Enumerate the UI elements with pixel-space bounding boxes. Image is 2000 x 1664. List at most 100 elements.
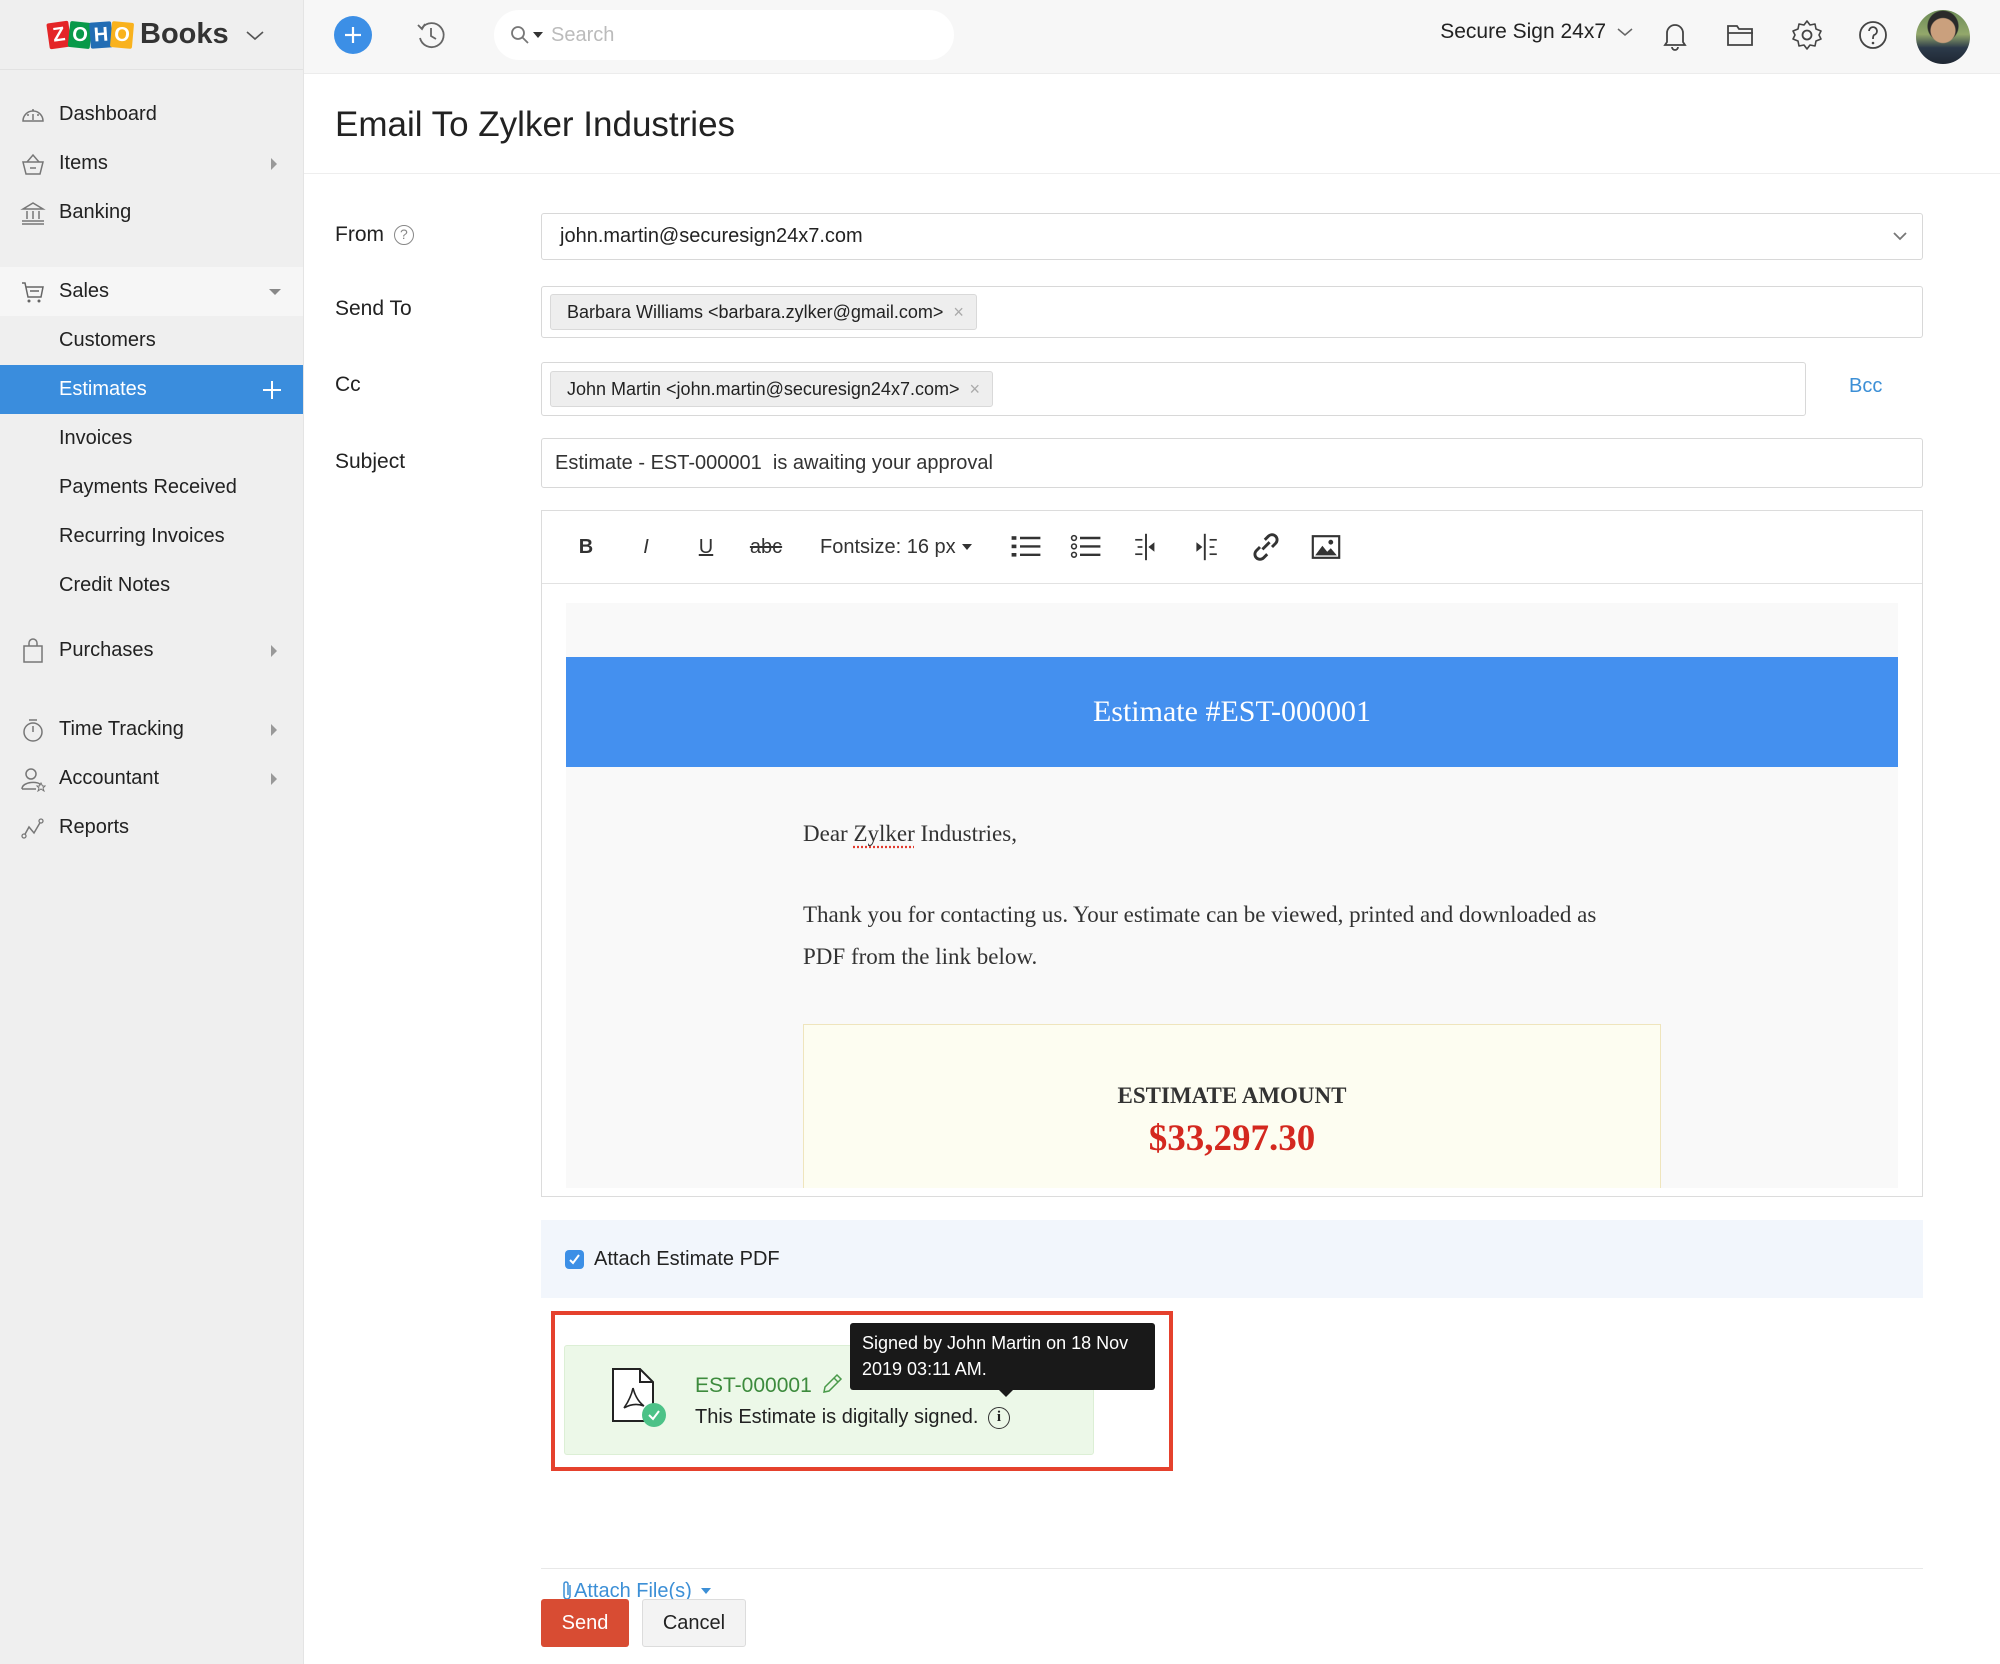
cc-tag: John Martin <john.martin@securesign24x7.… — [550, 371, 993, 407]
sidebar-item-label: Invoices — [59, 427, 133, 449]
fontsize-value: Fontsize: 16 px — [820, 535, 956, 558]
help-icon[interactable]: ? — [393, 225, 414, 246]
cancel-button[interactable]: Cancel — [642, 1599, 746, 1647]
strikethrough-button[interactable]: abc — [748, 529, 784, 565]
sidebar-item-label: Banking — [59, 201, 132, 223]
sidebar-item-accountant[interactable]: Accountant — [0, 754, 303, 803]
outdent-icon[interactable] — [1128, 529, 1164, 565]
sidebar-item-label: Accountant — [59, 767, 160, 789]
sidebar-item-items[interactable]: Items — [0, 139, 303, 188]
organization-name: Secure Sign 24x7 — [1440, 20, 1606, 43]
bell-icon[interactable] — [1658, 18, 1692, 52]
sidebar-item-invoices[interactable]: Invoices — [0, 414, 303, 463]
estimate-file-link[interactable]: EST-000001 — [695, 1374, 812, 1398]
divider — [304, 173, 2000, 174]
sidebar-item-time-tracking[interactable]: Time Tracking — [0, 705, 303, 754]
email-greeting: Dear Zylker Industries, — [803, 813, 1017, 855]
subject-field[interactable] — [541, 438, 1923, 488]
tooltip-line: Signed by John Martin on 18 Nov — [862, 1333, 1129, 1353]
italic-button[interactable]: I — [628, 529, 664, 565]
attach-pdf-checkbox[interactable] — [565, 1249, 584, 1269]
greeting-name: Zylker — [853, 821, 915, 846]
sidebar-item-customers[interactable]: Customers — [0, 316, 303, 365]
chevron-down-icon — [1893, 232, 1907, 241]
search-icon — [511, 26, 529, 44]
bold-button[interactable]: B — [568, 529, 604, 565]
remove-tag-icon[interactable]: × — [969, 379, 980, 400]
cart-icon — [22, 281, 44, 302]
sidebar-item-recurring-invoices[interactable]: Recurring Invoices — [0, 512, 303, 561]
search-bar[interactable] — [494, 10, 954, 60]
gear-icon[interactable] — [1790, 18, 1824, 52]
sidebar-item-credit-notes[interactable]: Credit Notes — [0, 561, 303, 610]
cc-field[interactable]: John Martin <john.martin@securesign24x7.… — [541, 362, 1806, 416]
folder-icon[interactable] — [1724, 18, 1758, 52]
greeting-suffix: Industries, — [914, 821, 1017, 846]
email-body-editor[interactable]: B I U abc Fontsize: 16 px Estimate #EST-… — [541, 510, 1923, 1197]
chevron-down-icon — [1617, 28, 1633, 36]
topbar: Secure Sign 24x7 — [304, 0, 2000, 74]
dashboard-icon — [22, 108, 44, 122]
attach-pdf-label[interactable]: Attach Estimate PDF — [594, 1248, 780, 1271]
email-preview[interactable]: Estimate #EST-000001 Dear Zylker Industr… — [566, 603, 1898, 1188]
remove-tag-icon[interactable]: × — [953, 302, 964, 323]
divider — [541, 1568, 1923, 1569]
info-icon[interactable]: i — [988, 1406, 1011, 1429]
search-scope-caret-icon[interactable] — [533, 32, 543, 38]
pencil-edit-icon[interactable] — [820, 1372, 844, 1396]
sidebar-item-label: Estimates — [59, 378, 147, 400]
sidebar-item-label: Credit Notes — [59, 574, 171, 596]
sidebar-item-label: Recurring Invoices — [59, 525, 225, 547]
send-to-field[interactable]: Barbara Williams <barbara.zylker@gmail.c… — [541, 286, 1923, 338]
sidebar-item-payments-received[interactable]: Payments Received — [0, 463, 303, 512]
sidebar-item-dashboard[interactable]: Dashboard — [0, 90, 303, 139]
from-select[interactable]: john.martin@securesign24x7.com — [541, 213, 1923, 260]
fontsize-dropdown[interactable]: Fontsize: 16 px — [820, 536, 972, 559]
sidebar-item-purchases[interactable]: Purchases — [0, 626, 303, 675]
sidebar-item-sales[interactable]: Sales — [0, 267, 303, 316]
numbered-list-icon[interactable] — [1008, 529, 1044, 565]
sidebar-item-banking[interactable]: Banking — [0, 188, 303, 237]
bcc-link[interactable]: Bcc — [1849, 375, 1882, 398]
caret-down-icon — [269, 289, 281, 295]
link-icon[interactable] — [1248, 529, 1284, 565]
avatar[interactable] — [1916, 10, 1970, 64]
plus-icon — [345, 27, 361, 43]
search-input[interactable] — [551, 23, 911, 47]
quick-create-button[interactable] — [334, 16, 372, 54]
signed-check-badge-icon — [642, 1403, 666, 1427]
organization-switcher[interactable]: Secure Sign 24x7 — [1440, 20, 1634, 44]
send-button[interactable]: Send — [541, 1599, 629, 1647]
send-to-label: Send To — [335, 297, 412, 320]
indent-icon[interactable] — [1188, 529, 1224, 565]
from-label: From ? — [335, 223, 414, 247]
attach-estimate-pdf-row: Attach Estimate PDF — [541, 1220, 1923, 1298]
zoho-logo: Z O H O — [46, 20, 135, 49]
sidebar-item-estimates[interactable]: Estimates — [0, 365, 303, 414]
help-icon[interactable] — [1856, 18, 1890, 52]
from-value: john.martin@securesign24x7.com — [560, 225, 863, 247]
recipient-tag: Barbara Williams <barbara.zylker@gmail.c… — [550, 294, 977, 330]
accountant-icon — [21, 767, 46, 792]
bank-icon — [20, 201, 46, 225]
page-title: Email To Zylker Industries — [335, 105, 736, 144]
chevron-down-icon[interactable] — [243, 23, 267, 47]
basket-icon — [22, 153, 44, 175]
tooltip-arrow — [999, 1390, 1013, 1397]
underline-button[interactable]: U — [688, 529, 724, 565]
insert-image-icon[interactable] — [1308, 529, 1344, 565]
subject-input[interactable] — [555, 451, 1922, 475]
email-paragraph-line: PDF from the link below. — [803, 944, 1038, 969]
app-brand[interactable]: Z O H O Books — [0, 0, 303, 70]
sidebar-item-reports[interactable]: Reports — [0, 803, 303, 852]
greeting-prefix: Dear — [803, 821, 854, 846]
plus-icon[interactable] — [261, 379, 283, 401]
bulleted-list-icon[interactable] — [1068, 529, 1104, 565]
sidebar-item-label: Items — [59, 152, 108, 174]
sidebar-item-label: Purchases — [59, 639, 154, 661]
bag-icon — [23, 637, 43, 663]
history-icon[interactable] — [414, 18, 448, 52]
